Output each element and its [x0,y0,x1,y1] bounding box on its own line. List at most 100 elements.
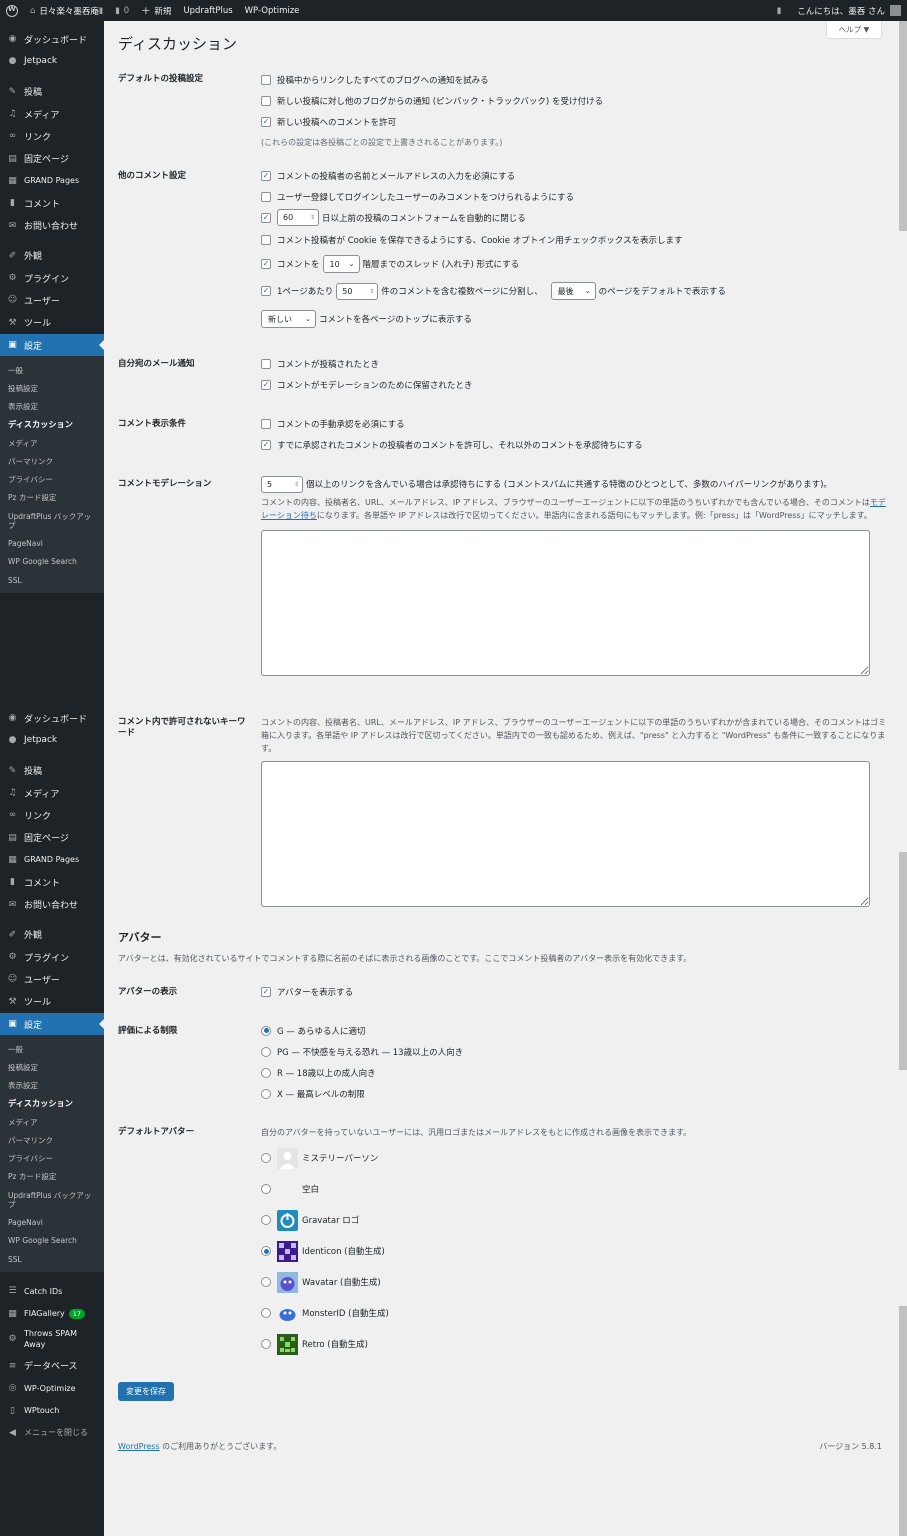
submenu-discussion[interactable]: ディスカッション [0,416,104,434]
menu-users[interactable]: ☺ ユーザー [0,289,104,311]
scrollbar-thumb-bottom[interactable] [899,1306,907,1536]
menu-comments[interactable]: ▮ コメント [0,871,104,893]
max-links-input[interactable]: 5 ⇕ [261,475,303,493]
submenu-reading[interactable]: 表示設定 [0,398,104,416]
updraftplus-link[interactable]: UpdraftPlus [177,0,238,21]
radio[interactable] [261,1046,271,1057]
submenu-permalink[interactable]: パーマリンク [0,1131,104,1149]
thread-depth-select[interactable]: 10 ⌄ [322,255,360,273]
checkbox[interactable] [261,95,271,106]
checkbox-checked[interactable]: ✓ [261,116,271,127]
comment-order-select[interactable]: 新しい ⌄ [261,310,316,328]
menu-posts[interactable]: ✎ 投稿 [0,81,104,103]
help-tab[interactable]: ヘルプ ▼ [826,21,882,39]
new-content-link[interactable]: + 新規 [135,0,177,21]
menu-pages[interactable]: ▤ 固定ページ [0,826,104,848]
close-days-input[interactable]: 60 ⇕ [277,209,319,226]
menu-tools[interactable]: ⚒ ツール [0,991,104,1013]
submenu-updraftplus[interactable]: UpdraftPlus バックアップ [0,1186,104,1214]
radio[interactable] [261,1088,271,1099]
menu-dashboard[interactable]: ◉ ダッシュボード [0,28,104,50]
checkbox-checked[interactable]: ✓ [261,379,271,390]
menu-appearance[interactable]: ✐ 外観 [0,924,104,946]
menu-settings[interactable]: ▣ 設定 [0,1012,104,1036]
checkbox[interactable] [261,235,271,245]
disallowed-keys-textarea[interactable] [261,761,870,908]
menu-jetpack[interactable]: ● Jetpack [0,729,104,751]
submenu-media[interactable]: メディア [0,1113,104,1131]
radio-selected[interactable] [261,1025,271,1036]
site-name-link[interactable]: ⌂ 日々楽々墨吞庵Ⅱ [24,0,109,21]
radio[interactable] [261,1215,271,1226]
default-page-select[interactable]: 最後 ⌄ [550,282,596,300]
submenu-pagenavi[interactable]: PageNavi [0,1214,104,1232]
menu-links[interactable]: ∞ リンク [0,125,104,147]
save-changes-button[interactable]: 変更を保存 [118,1382,174,1401]
checkbox-checked[interactable]: ✓ [261,170,271,181]
checkbox-checked[interactable]: ✓ [261,259,271,269]
menu-grand-pages[interactable]: ▦ GRAND Pages [0,849,104,871]
menu-contact[interactable]: ✉ お問い合わせ [0,893,104,915]
menu-posts[interactable]: ✎ 投稿 [0,760,104,782]
submenu-pz-card[interactable]: Pz カード設定 [0,1167,104,1185]
menu-plugins[interactable]: ⚙ プラグイン [0,946,104,968]
menu-catch-ids[interactable]: ☰ Catch IDs [0,1280,104,1302]
wp-optimize-link[interactable]: WP-Optimize [239,0,306,21]
radio[interactable] [261,1067,271,1078]
submenu-reading[interactable]: 表示設定 [0,1077,104,1095]
submenu-writing[interactable]: 投稿設定 [0,1058,104,1076]
menu-settings[interactable]: ▣ 設定 [0,333,104,357]
submenu-writing[interactable]: 投稿設定 [0,379,104,397]
submenu-media[interactable]: メディア [0,434,104,452]
submenu-wp-google-search[interactable]: WP Google Search [0,553,104,571]
menu-jetpack[interactable]: ● Jetpack [0,50,104,72]
menu-dashboard[interactable]: ◉ ダッシュボード [0,707,104,729]
menu-links[interactable]: ∞ リンク [0,804,104,826]
checkbox[interactable] [261,191,271,202]
wp-logo-menu[interactable] [0,0,24,21]
menu-throws-spam-away[interactable]: ⚙ Throws SPAM Away [0,1325,104,1355]
checkbox[interactable] [261,418,271,429]
menu-contact[interactable]: ✉ お問い合わせ [0,214,104,236]
wordpress-link[interactable]: WordPress [118,1442,160,1451]
radio[interactable] [261,1277,271,1288]
notification-link[interactable]: ▮ [771,0,792,21]
menu-tools[interactable]: ⚒ ツール [0,312,104,334]
moderation-keys-textarea[interactable] [261,529,870,676]
submenu-ssl[interactable]: SSL [0,1250,104,1268]
menu-comments[interactable]: ▮ コメント [0,192,104,214]
submenu-pagenavi[interactable]: PageNavi [0,535,104,553]
menu-users[interactable]: ☺ ユーザー [0,968,104,990]
radio-selected[interactable] [261,1246,271,1257]
menu-database[interactable]: ≡ データベース [0,1355,104,1377]
submenu-general[interactable]: 一般 [0,361,104,379]
scrollbar-thumb-middle[interactable] [899,852,907,1070]
comments-per-page-input[interactable]: 50 ⇕ [336,282,379,300]
menu-appearance[interactable]: ✐ 外観 [0,245,104,267]
submenu-permalink[interactable]: パーマリンク [0,452,104,470]
checkbox-checked[interactable]: ✓ [261,286,271,296]
checkbox-checked[interactable]: ✓ [261,986,271,997]
menu-grand-pages[interactable]: ▦ GRAND Pages [0,170,104,192]
checkbox-checked[interactable]: ✓ [261,439,271,450]
my-account-link[interactable]: こんにちは、墨吞 さん [791,0,907,21]
radio[interactable] [261,1153,271,1164]
comments-link[interactable]: ▮ 0 [109,0,135,21]
checkbox[interactable] [261,358,271,369]
menu-pages[interactable]: ▤ 固定ページ [0,147,104,169]
radio[interactable] [261,1308,271,1319]
submenu-privacy[interactable]: プライバシー [0,470,104,488]
submenu-wp-google-search[interactable]: WP Google Search [0,1232,104,1250]
checkbox-checked[interactable]: ✓ [261,212,271,223]
menu-wptouch[interactable]: ▯ WPtouch [0,1399,104,1421]
scrollbar-thumb-top[interactable] [899,21,907,231]
menu-fiagallery[interactable]: ▦ FIAGallery 17 [0,1303,104,1325]
radio[interactable] [261,1184,271,1195]
menu-collapse[interactable]: ◀ メニューを閉じる [0,1422,104,1444]
menu-media[interactable]: ♫ メディア [0,103,104,125]
submenu-updraftplus[interactable]: UpdraftPlus バックアップ [0,507,104,535]
submenu-ssl[interactable]: SSL [0,571,104,589]
submenu-privacy[interactable]: プライバシー [0,1149,104,1167]
submenu-general[interactable]: 一般 [0,1040,104,1058]
radio[interactable] [261,1339,271,1350]
